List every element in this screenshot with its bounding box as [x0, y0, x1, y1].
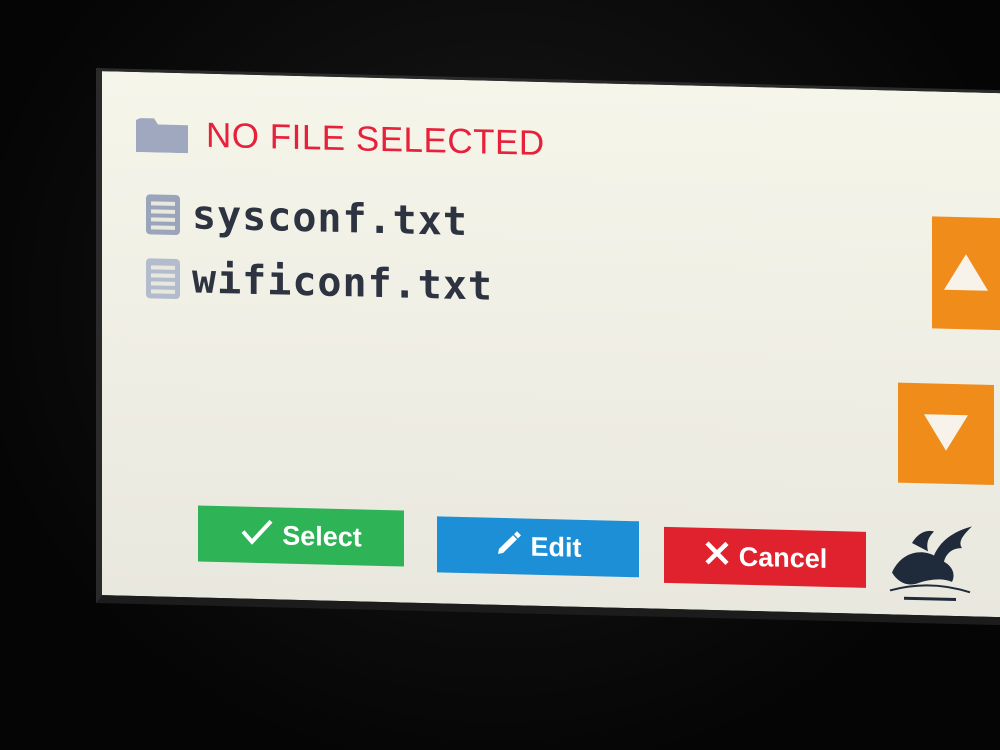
cancel-button-label: Cancel [738, 541, 828, 574]
selection-status: NO FILE SELECTED [206, 115, 545, 163]
select-button-label: Select [282, 520, 362, 552]
flying-bear-logo [882, 520, 978, 612]
file-item-wificonf[interactable]: wificonf.txt [142, 246, 493, 319]
x-icon [703, 538, 731, 574]
edit-button[interactable]: Edit [437, 516, 639, 578]
touch-screen: NO FILE SELECTED sysconf.txt wificonf.tx… [96, 68, 1000, 626]
arrow-up-icon [942, 251, 990, 295]
scroll-down-button[interactable] [898, 382, 994, 485]
file-list-icon [142, 192, 184, 237]
file-list: sysconf.txt wificonf.txt [142, 182, 493, 319]
select-button[interactable]: Select [198, 505, 404, 567]
edit-button-label: Edit [530, 531, 582, 563]
cancel-button[interactable]: Cancel [664, 526, 866, 588]
scroll-up-button[interactable] [932, 216, 1000, 331]
pencil-icon [495, 528, 523, 564]
file-list-icon [142, 256, 184, 301]
arrow-down-icon [922, 412, 970, 456]
check-icon [240, 517, 274, 553]
file-item-sysconf[interactable]: sysconf.txt [142, 182, 493, 255]
file-name: sysconf.txt [192, 192, 468, 246]
file-header: NO FILE SELECTED [136, 114, 545, 164]
folder-icon [136, 116, 188, 154]
file-name: wificonf.txt [192, 256, 493, 310]
